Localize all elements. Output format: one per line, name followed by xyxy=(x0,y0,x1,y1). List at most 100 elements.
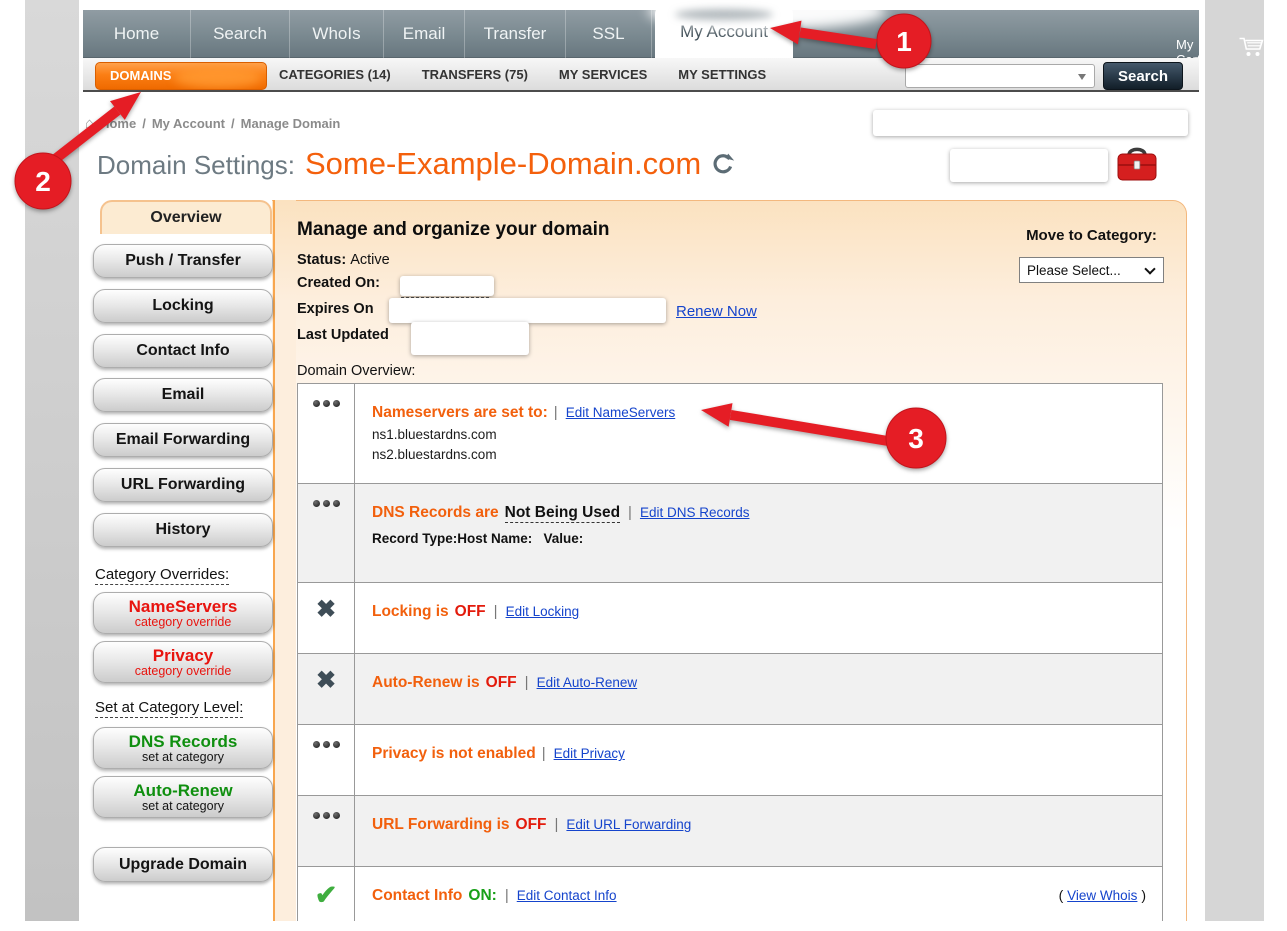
row-status: OFF xyxy=(516,816,547,834)
row-status: Not Being Used xyxy=(505,504,620,523)
toolbox-icon[interactable] xyxy=(1114,144,1160,184)
tab-whois[interactable]: WhoIs xyxy=(290,10,384,58)
sidebar-item-push-transfer[interactable]: Push / Transfer xyxy=(93,244,273,278)
redaction-blur-tab xyxy=(675,9,773,20)
edit-auto-renew-link[interactable]: Edit Auto-Renew xyxy=(537,675,638,690)
redacted-updated-date xyxy=(411,322,529,355)
subnav-item-domains-active[interactable]: DOMAINS xyxy=(95,62,267,90)
redacted-box xyxy=(950,149,1108,182)
edit-dns-records-link[interactable]: Edit DNS Records xyxy=(640,505,750,520)
sidebar-item-contact-info[interactable]: Contact Info xyxy=(93,334,273,368)
nameserver-value: ns2.bluestardns.com xyxy=(372,445,1146,465)
sidebar-item-locking[interactable]: Locking xyxy=(93,289,273,323)
move-to-category-select[interactable]: Please Select... xyxy=(1019,257,1164,283)
redacted-expires-date xyxy=(389,298,666,323)
redacted-created-date xyxy=(400,276,494,296)
screenshot-bottom-crop xyxy=(0,921,1287,931)
subnav-item-my-settings[interactable]: MY SETTINGS xyxy=(678,67,766,82)
domain-search-combobox[interactable] xyxy=(905,64,1095,88)
sidebar-item-dns-records-category[interactable]: DNS Records set at category xyxy=(93,727,273,769)
sidebar-item-email[interactable]: Email xyxy=(93,378,273,412)
table-row-url-forwarding: URL Forwarding is OFF | Edit URL Forward… xyxy=(298,795,1162,866)
subnav-item-my-services[interactable]: MY SERVICES xyxy=(559,67,647,82)
subnav-items: CATEGORIES (14) TRANSFERS (75) MY SERVIC… xyxy=(279,58,766,90)
tab-ssl[interactable]: SSL xyxy=(566,10,652,58)
page-root: Home Search WhoIs Email Transfer SSL My … xyxy=(0,0,1287,931)
edit-privacy-link[interactable]: Edit Privacy xyxy=(554,746,625,761)
combobox-dropdown-arrow-icon[interactable] xyxy=(1078,74,1086,80)
domains-tab-label: DOMAINS xyxy=(110,68,171,83)
main-heading: Manage and organize your domain xyxy=(297,219,610,241)
sidebar-item-url-forwarding[interactable]: URL Forwarding xyxy=(93,468,273,502)
row-status: OFF xyxy=(486,674,517,692)
x-icon: ✖ xyxy=(298,654,355,724)
row-title: Contact Info xyxy=(372,887,462,905)
row-status: ON: xyxy=(468,887,496,905)
subnav-item-transfers[interactable]: TRANSFERS (75) xyxy=(422,67,528,82)
edit-locking-link[interactable]: Edit Locking xyxy=(506,604,580,619)
top-nav-tabs: Home Search WhoIs Email Transfer SSL xyxy=(83,10,652,58)
edit-contact-info-link[interactable]: Edit Contact Info xyxy=(517,888,617,903)
nameserver-value: ns1.bluestardns.com xyxy=(372,425,1146,445)
breadcrumb-separator: / xyxy=(231,116,235,131)
tab-search[interactable]: Search xyxy=(191,10,290,58)
view-whois-wrap: ( View Whois ) xyxy=(1059,887,1146,903)
category-overrides-heading: Category Overrides: xyxy=(95,566,229,583)
tab-transfer[interactable]: Transfer xyxy=(465,10,566,58)
row-title: Auto-Renew is xyxy=(372,674,480,692)
refresh-icon[interactable] xyxy=(711,152,735,176)
view-whois-link[interactable]: View Whois xyxy=(1067,888,1137,903)
sidebar-item-email-forwarding[interactable]: Email Forwarding xyxy=(93,423,273,457)
override-label: NameServers xyxy=(129,598,238,616)
page-title: Domain Settings: Some-Example-Domain.com xyxy=(97,146,735,182)
tab-email[interactable]: Email xyxy=(384,10,465,58)
sidebar-item-history[interactable]: History xyxy=(93,513,273,547)
x-icon: ✖ xyxy=(298,583,355,653)
row-title: URL Forwarding is xyxy=(372,816,510,834)
title-domain-name: Some-Example-Domain.com xyxy=(305,146,701,182)
home-icon: ⌂ xyxy=(85,115,94,132)
upgrade-domain-button[interactable]: Upgrade Domain xyxy=(93,847,273,882)
last-updated-label: Last Updated xyxy=(297,327,389,343)
cart-icon[interactable] xyxy=(1238,36,1266,58)
dns-record-columns: Record Type:Host Name: Value: xyxy=(372,531,1146,546)
created-on-label: Created On: xyxy=(297,275,380,291)
override-label: Privacy xyxy=(153,647,214,665)
chevron-down-icon xyxy=(1144,263,1155,274)
title-prefix: Domain Settings: xyxy=(97,150,295,181)
set-at-category-heading: Set at Category Level: xyxy=(95,699,243,716)
edit-url-forwarding-link[interactable]: Edit URL Forwarding xyxy=(566,817,691,832)
breadcrumb: ⌂ Home / My Account / Manage Domain xyxy=(85,115,340,132)
search-button[interactable]: Search xyxy=(1103,62,1183,90)
top-navigation-bar: Home Search WhoIs Email Transfer SSL My … xyxy=(83,10,1199,58)
table-row-nameservers: Nameservers are set to: | Edit NameServe… xyxy=(298,384,1162,483)
redaction-blur-domains-count xyxy=(174,66,262,88)
row-title: Locking is xyxy=(372,603,449,621)
category-label: Auto-Renew xyxy=(133,782,232,800)
table-row-dns-records: DNS Records are Not Being Used | Edit DN… xyxy=(298,483,1162,582)
sidebar-item-auto-renew-category[interactable]: Auto-Renew set at category xyxy=(93,776,273,818)
sidebar-item-nameservers-override[interactable]: NameServers category override xyxy=(93,592,273,634)
pending-dots-icon xyxy=(298,725,355,795)
renew-now-link[interactable]: Renew Now xyxy=(676,303,757,320)
pending-dots-icon xyxy=(298,484,355,582)
select-value: Please Select... xyxy=(1027,263,1121,278)
table-row-privacy: Privacy is not enabled | Edit Privacy xyxy=(298,724,1162,795)
table-row-auto-renew: ✖ Auto-Renew is OFF | Edit Auto-Renew xyxy=(298,653,1162,724)
category-sublabel: set at category xyxy=(142,751,224,764)
breadcrumb-my-account[interactable]: My Account xyxy=(152,116,225,131)
sidebar-item-privacy-override[interactable]: Privacy category override xyxy=(93,641,273,683)
table-row-locking: ✖ Locking is OFF | Edit Locking xyxy=(298,582,1162,653)
subnav-item-categories[interactable]: CATEGORIES (14) xyxy=(279,67,391,82)
desktop-edge-right xyxy=(1205,0,1264,921)
sidebar-item-overview-active[interactable]: Overview xyxy=(100,200,272,234)
edit-nameservers-link[interactable]: Edit NameServers xyxy=(566,405,676,420)
tab-home[interactable]: Home xyxy=(83,10,191,58)
pending-dots-icon xyxy=(298,384,355,483)
status-value: Active xyxy=(350,252,390,268)
override-sublabel: category override xyxy=(135,616,232,629)
expires-on-label: Expires On xyxy=(297,301,374,317)
breadcrumb-home[interactable]: Home xyxy=(100,116,136,131)
panel-left-strip xyxy=(273,200,296,931)
category-sublabel: set at category xyxy=(142,800,224,813)
